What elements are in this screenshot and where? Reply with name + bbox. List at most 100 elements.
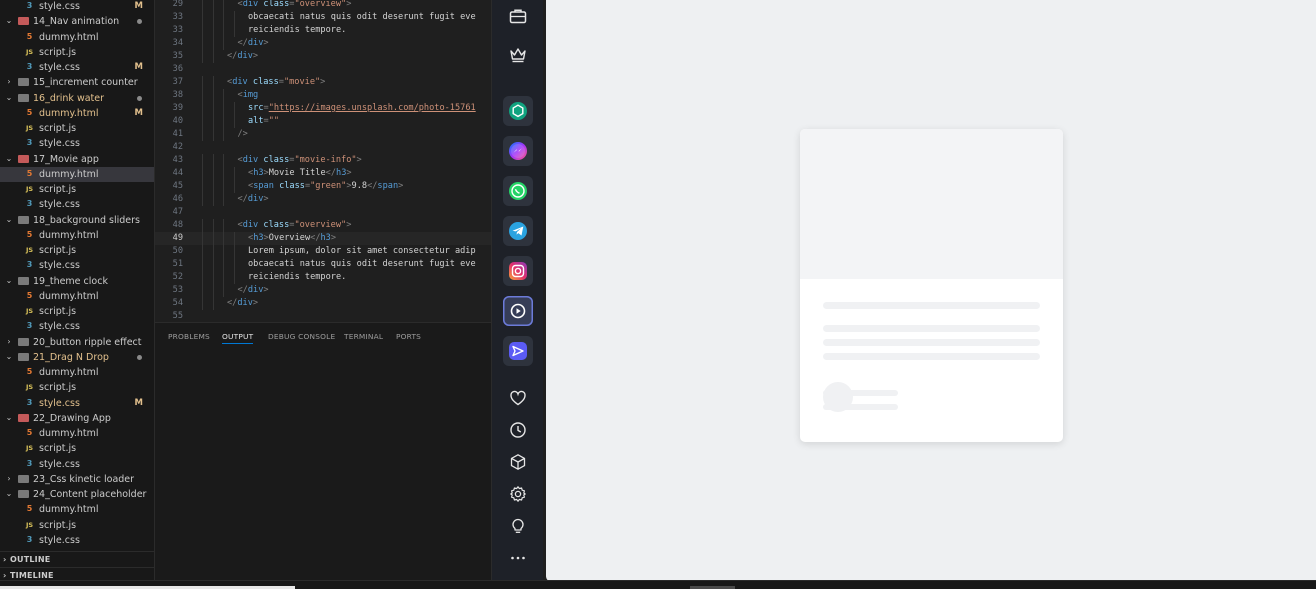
code-line[interactable]: 40 alt="" bbox=[155, 115, 491, 128]
code-line[interactable]: 47 bbox=[155, 206, 491, 219]
dock-app-button[interactable] bbox=[503, 176, 533, 206]
explorer-file[interactable]: JS script.js bbox=[0, 304, 154, 319]
dock-app-button[interactable] bbox=[503, 256, 533, 286]
explorer-file[interactable]: 3 style.css bbox=[0, 319, 154, 334]
code-token: div bbox=[247, 38, 264, 48]
code-line[interactable]: 29 <div class="overview"> bbox=[155, 0, 491, 11]
code-line[interactable]: 54 </div> bbox=[155, 297, 491, 310]
explorer-folder[interactable]: ⌄ 18_background sliders bbox=[0, 213, 154, 228]
code-line[interactable]: 43 <div class="movie-info"> bbox=[155, 154, 491, 167]
explorer-file[interactable]: 5 dummy.html bbox=[0, 228, 154, 243]
explorer-folder[interactable]: ⌄ 16_drink water bbox=[0, 91, 154, 106]
explorer-file[interactable]: 3 style.css bbox=[0, 258, 154, 273]
dock-app-button[interactable] bbox=[503, 336, 533, 366]
indent-guide bbox=[212, 128, 214, 141]
explorer-file[interactable]: 5 dummy.html bbox=[0, 502, 154, 517]
dock-app-button[interactable] bbox=[503, 136, 533, 166]
explorer-file[interactable]: JS script.js bbox=[0, 121, 154, 136]
explorer-file[interactable]: 3 style.css bbox=[0, 533, 154, 548]
chevron-down-icon: ⌄ bbox=[5, 92, 13, 102]
code-line[interactable]: 38 <img bbox=[155, 89, 491, 102]
code-line[interactable]: 49 <h3>Overview</h3> bbox=[155, 232, 491, 245]
explorer-file[interactable]: 5 dummy.html bbox=[0, 365, 154, 380]
code-line[interactable]: 34 </div> bbox=[155, 37, 491, 50]
code-text: reiciendis tempore. bbox=[248, 271, 346, 284]
code-line[interactable]: 35 </div> bbox=[155, 50, 491, 63]
explorer-file[interactable]: JS script.js bbox=[0, 243, 154, 258]
folder-icon bbox=[18, 352, 29, 361]
explorer-file[interactable]: 3 style.css M bbox=[0, 396, 154, 411]
code-line[interactable]: 42 bbox=[155, 141, 491, 154]
panel-tab-terminal[interactable]: TERMINAL bbox=[344, 332, 383, 341]
code-token: h3 bbox=[320, 233, 331, 243]
explorer-folder[interactable]: ⌄ 22_Drawing App bbox=[0, 411, 154, 426]
lightbulb-icon[interactable] bbox=[508, 516, 528, 536]
code-line[interactable]: 44 <h3>Movie Title</h3> bbox=[155, 167, 491, 180]
explorer-folder[interactable]: ⌄ 21_Drag N Drop bbox=[0, 350, 154, 365]
placeholder-author-line bbox=[823, 390, 898, 396]
cube-icon[interactable] bbox=[508, 452, 528, 472]
outline-section[interactable]: › OUTLINE bbox=[0, 551, 154, 567]
code-line[interactable]: 33 obcaecati natus quis odit deserunt fug… bbox=[155, 11, 491, 24]
indent-guide bbox=[212, 154, 214, 167]
explorer-folder[interactable]: › 15_increment counter bbox=[0, 75, 154, 90]
explorer-file[interactable]: 5 dummy.html bbox=[0, 30, 154, 45]
crown-icon[interactable] bbox=[508, 45, 528, 65]
code-line[interactable]: 46 </div> bbox=[155, 193, 491, 206]
explorer-file[interactable]: 5 dummy.html bbox=[0, 426, 154, 441]
code-line[interactable]: 36 bbox=[155, 63, 491, 76]
panel-tab-debug-console[interactable]: DEBUG CONSOLE bbox=[268, 332, 335, 341]
code-line[interactable]: 41 /> bbox=[155, 128, 491, 141]
dock-app-button[interactable] bbox=[503, 296, 533, 326]
explorer-file[interactable]: JS script.js bbox=[0, 518, 154, 533]
file-name: style.css bbox=[39, 397, 80, 409]
clock-icon[interactable] bbox=[508, 420, 528, 440]
code-line[interactable]: 53 </div> bbox=[155, 284, 491, 297]
explorer-file[interactable]: JS script.js bbox=[0, 45, 154, 60]
explorer-file[interactable]: JS script.js bbox=[0, 380, 154, 395]
code-line[interactable]: 37 <div class="movie"> bbox=[155, 76, 491, 89]
modified-badge: M bbox=[134, 62, 143, 72]
code-line[interactable]: 39 src="https://images.unsplash.com/photo… bbox=[155, 102, 491, 115]
explorer-file[interactable]: JS script.js bbox=[0, 182, 154, 197]
code-token: span bbox=[253, 181, 280, 191]
file-name: 19_theme clock bbox=[33, 275, 108, 287]
code-text: <div class="overview"> bbox=[238, 219, 352, 232]
code-editor[interactable]: 29 <div class="overview"> 33 obcaecati natu… bbox=[155, 0, 491, 322]
explorer-folder[interactable]: › 23_Css kinetic loader bbox=[0, 472, 154, 487]
explorer-file[interactable]: 3 style.css bbox=[0, 136, 154, 151]
gear-icon[interactable] bbox=[508, 484, 528, 504]
explorer-folder[interactable]: ⌄ 17_Movie app bbox=[0, 152, 154, 167]
explorer-file[interactable]: 3 style.css M bbox=[0, 60, 154, 75]
explorer-folder[interactable]: ⌄ 19_theme clock bbox=[0, 274, 154, 289]
indent-guide bbox=[212, 102, 214, 115]
explorer-file[interactable]: 3 style.css M bbox=[0, 0, 154, 14]
code-line[interactable]: 52 reiciendis tempore. bbox=[155, 271, 491, 284]
chevron-down-icon: ⌄ bbox=[5, 412, 13, 422]
code-token: class bbox=[263, 220, 290, 230]
code-line[interactable]: 45 <span class="green">9.8</span> bbox=[155, 180, 491, 193]
explorer-file[interactable]: 5 dummy.html bbox=[0, 166, 154, 182]
dock-app-button[interactable] bbox=[503, 216, 533, 246]
explorer-file[interactable]: 5 dummy.html bbox=[0, 289, 154, 304]
code-line[interactable]: 55 bbox=[155, 310, 491, 322]
panel-tab-problems[interactable]: PROBLEMS bbox=[168, 332, 210, 341]
explorer-file[interactable]: 3 style.css bbox=[0, 197, 154, 212]
indent-guide bbox=[202, 154, 203, 167]
briefcase-icon[interactable] bbox=[508, 6, 528, 26]
explorer-folder[interactable]: › 20_button ripple effect bbox=[0, 335, 154, 350]
panel-tab-ports[interactable]: PORTS bbox=[396, 332, 421, 341]
more-icon[interactable] bbox=[508, 548, 528, 568]
explorer-folder[interactable]: ⌄ 14_Nav animation bbox=[0, 14, 154, 29]
explorer-file[interactable]: JS script.js bbox=[0, 441, 154, 456]
code-line[interactable]: 51 obcaecati natus quis odit deserunt fug… bbox=[155, 258, 491, 271]
explorer-file[interactable]: 3 style.css bbox=[0, 457, 154, 472]
code-line[interactable]: 48 <div class="overview"> bbox=[155, 219, 491, 232]
code-line[interactable]: 33 reiciendis tempore. bbox=[155, 24, 491, 37]
heart-icon[interactable] bbox=[508, 388, 528, 408]
code-line[interactable]: 50 Lorem ipsum, dolor sit amet consectetu… bbox=[155, 245, 491, 258]
explorer-folder[interactable]: ⌄ 24_Content placeholder bbox=[0, 487, 154, 502]
panel-tab-output[interactable]: OUTPUT bbox=[222, 332, 254, 344]
dock-app-button[interactable] bbox=[503, 96, 533, 126]
explorer-file[interactable]: 5 dummy.html M bbox=[0, 106, 154, 121]
